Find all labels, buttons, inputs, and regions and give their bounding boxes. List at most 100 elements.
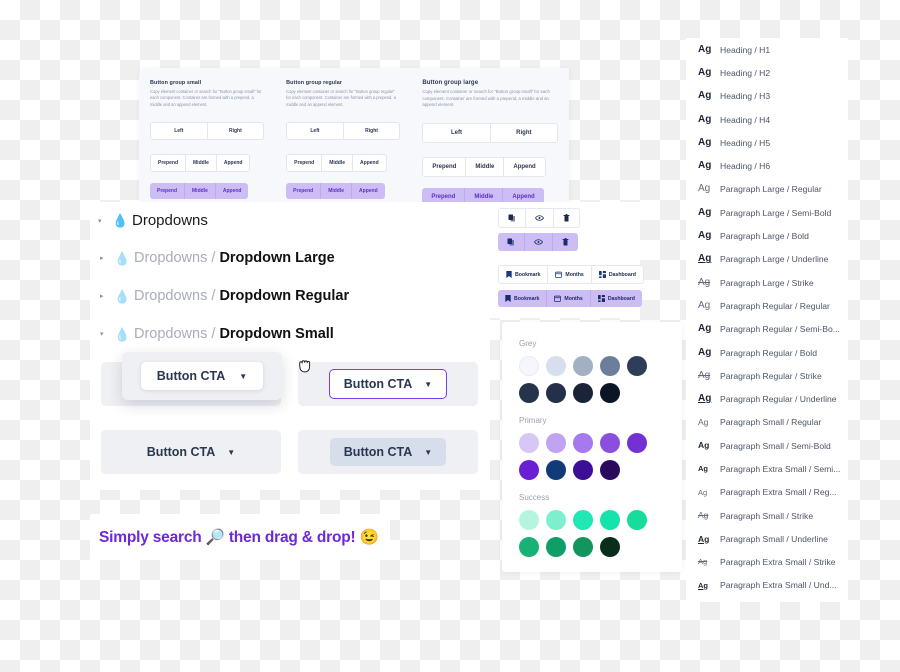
color-swatch[interactable] [519, 356, 539, 376]
copy-icon-button[interactable] [498, 233, 524, 251]
color-swatch[interactable] [600, 383, 620, 403]
middle-button[interactable]: Middle [321, 155, 352, 172]
left-right-button-group[interactable]: Left Right [422, 122, 558, 143]
chevron-right-icon[interactable]: ▸ [100, 292, 114, 300]
type-style-row[interactable]: Ag Paragraph Extra Small / Und... [686, 574, 848, 597]
color-swatch[interactable] [573, 383, 593, 403]
type-style-row[interactable]: Ag Paragraph Regular / Strike [686, 364, 848, 387]
color-swatch[interactable] [573, 460, 593, 480]
prepend-middle-append-group-plain[interactable]: Prepend Middle Append [286, 154, 387, 173]
type-style-row[interactable]: Ag Heading / H5 [686, 131, 848, 154]
color-swatch[interactable] [627, 356, 647, 376]
bookmark-button[interactable]: Bookmark [498, 290, 546, 307]
type-style-row[interactable]: Ag Heading / H3 [686, 85, 848, 108]
prepend-middle-append-group-filled[interactable]: Prepend Middle Append [286, 183, 385, 200]
prepend-button[interactable]: Prepend [286, 183, 320, 199]
chevron-down-icon[interactable]: ▾ [100, 330, 114, 338]
type-style-row[interactable]: Ag Paragraph Regular / Underline [686, 387, 848, 410]
dropdown-example-cell[interactable]: Button CTA ▼ [298, 362, 478, 406]
middle-button[interactable]: Middle [465, 157, 503, 176]
left-button[interactable]: Left [151, 123, 207, 139]
dropdown-button-soft[interactable]: Button CTA ▼ [329, 438, 447, 466]
type-style-row[interactable]: Ag Paragraph Small / Semi-Bold [686, 434, 848, 457]
type-style-row[interactable]: Ag Heading / H4 [686, 108, 848, 131]
append-button[interactable]: Append [352, 155, 386, 172]
chevron-down-icon[interactable]: ▼ [424, 380, 432, 389]
append-button[interactable]: Append [215, 155, 250, 172]
middle-button[interactable]: Middle [184, 183, 215, 200]
type-style-row[interactable]: Ag Paragraph Large / Regular [686, 178, 848, 201]
color-swatch[interactable] [627, 433, 647, 453]
prepend-button[interactable]: Prepend [151, 155, 185, 171]
left-button[interactable]: Left [287, 123, 343, 139]
dropdown-example-cell[interactable]: Button CTA ▼ [298, 430, 478, 474]
tree-item-dropdown-small[interactable]: ▾ 💧 Dropdowns / Dropdown Small [90, 315, 490, 353]
color-swatch[interactable] [546, 460, 566, 480]
type-style-row[interactable]: Ag Paragraph Regular / Semi-Bo... [686, 318, 848, 341]
tree-item-dropdown-large[interactable]: ▸ 💧 Dropdowns / Dropdown Large [90, 239, 490, 277]
color-swatch[interactable] [519, 537, 539, 557]
color-swatch[interactable] [546, 433, 566, 453]
prepend-button[interactable]: Prepend [287, 155, 321, 171]
left-button[interactable]: Left [423, 124, 489, 142]
color-swatch[interactable] [600, 510, 620, 530]
type-style-row[interactable]: Ag Paragraph Extra Small / Reg... [686, 481, 848, 504]
color-swatch[interactable] [600, 537, 620, 557]
type-style-row[interactable]: Ag Paragraph Regular / Regular [686, 294, 848, 317]
months-button[interactable]: Months [546, 290, 589, 307]
color-swatch[interactable] [600, 356, 620, 376]
type-style-row[interactable]: Ag Paragraph Extra Small / Semi... [686, 457, 848, 480]
type-style-row[interactable]: Ag Heading / H6 [686, 154, 848, 177]
chevron-down-icon[interactable]: ▼ [227, 448, 235, 457]
color-swatch[interactable] [600, 433, 620, 453]
color-swatch[interactable] [519, 433, 539, 453]
type-style-row[interactable]: Ag Paragraph Small / Regular [686, 411, 848, 434]
months-button[interactable]: Months [547, 266, 590, 283]
eye-icon-button[interactable] [525, 209, 553, 227]
color-swatch[interactable] [519, 460, 539, 480]
color-swatch[interactable] [546, 383, 566, 403]
color-swatch[interactable] [573, 537, 593, 557]
type-style-row[interactable]: Ag Paragraph Small / Strike [686, 504, 848, 527]
color-swatch[interactable] [627, 510, 647, 530]
append-button[interactable]: Append [214, 183, 249, 200]
eye-icon-button[interactable] [524, 233, 552, 251]
left-right-button-group[interactable]: Left Right [150, 122, 265, 141]
prepend-button[interactable]: Prepend [150, 183, 184, 199]
color-swatch[interactable] [546, 537, 566, 557]
dropdown-button[interactable]: Button CTA ▼ [133, 438, 249, 466]
middle-button[interactable]: Middle [185, 155, 216, 172]
type-style-row[interactable]: Ag Paragraph Regular / Bold [686, 341, 848, 364]
chevron-down-icon[interactable]: ▼ [424, 448, 432, 457]
trash-icon-button[interactable] [552, 233, 578, 251]
type-style-row[interactable]: Ag Paragraph Extra Small / Strike [686, 551, 848, 574]
color-swatch[interactable] [573, 510, 593, 530]
prepend-middle-append-group-filled[interactable]: Prepend Middle Append [150, 183, 249, 200]
append-button[interactable]: Append [351, 183, 385, 200]
color-swatch[interactable] [546, 356, 566, 376]
color-swatch[interactable] [573, 433, 593, 453]
dragged-dropdown-ghost[interactable]: Button CTA ▼ [122, 352, 282, 400]
copy-icon-button[interactable] [499, 209, 525, 227]
dashboard-button[interactable]: Dashboard [589, 290, 642, 307]
chevron-down-icon[interactable]: ▼ [239, 372, 247, 381]
type-style-row[interactable]: Ag Paragraph Large / Semi-Bold [686, 201, 848, 224]
chevron-right-icon[interactable]: ▸ [100, 254, 114, 262]
dropdown-example-cell[interactable]: Button CTA ▼ [101, 430, 281, 474]
left-right-button-group[interactable]: Left Right [286, 122, 401, 141]
type-style-row[interactable]: Ag Heading / H2 [686, 61, 848, 84]
middle-button[interactable]: Middle [320, 183, 351, 200]
icon-button-group-filled[interactable] [498, 233, 578, 251]
tree-item-dropdowns[interactable]: ▾ 💧 Dropdowns [90, 202, 490, 239]
right-button[interactable]: Right [489, 123, 557, 142]
color-swatch[interactable] [519, 383, 539, 403]
dropdown-button-outlined[interactable]: Button CTA ▼ [328, 369, 448, 399]
type-style-row[interactable]: Ag Paragraph Large / Underline [686, 248, 848, 271]
dashboard-button[interactable]: Dashboard [590, 266, 643, 283]
type-style-row[interactable]: Ag Paragraph Large / Bold [686, 224, 848, 247]
type-style-row[interactable]: Ag Paragraph Small / Underline [686, 527, 848, 550]
chevron-down-icon[interactable]: ▾ [98, 217, 112, 225]
color-swatch[interactable] [573, 356, 593, 376]
tree-item-dropdown-regular[interactable]: ▸ 💧 Dropdowns / Dropdown Regular [90, 277, 490, 315]
right-button[interactable]: Right [206, 123, 264, 140]
